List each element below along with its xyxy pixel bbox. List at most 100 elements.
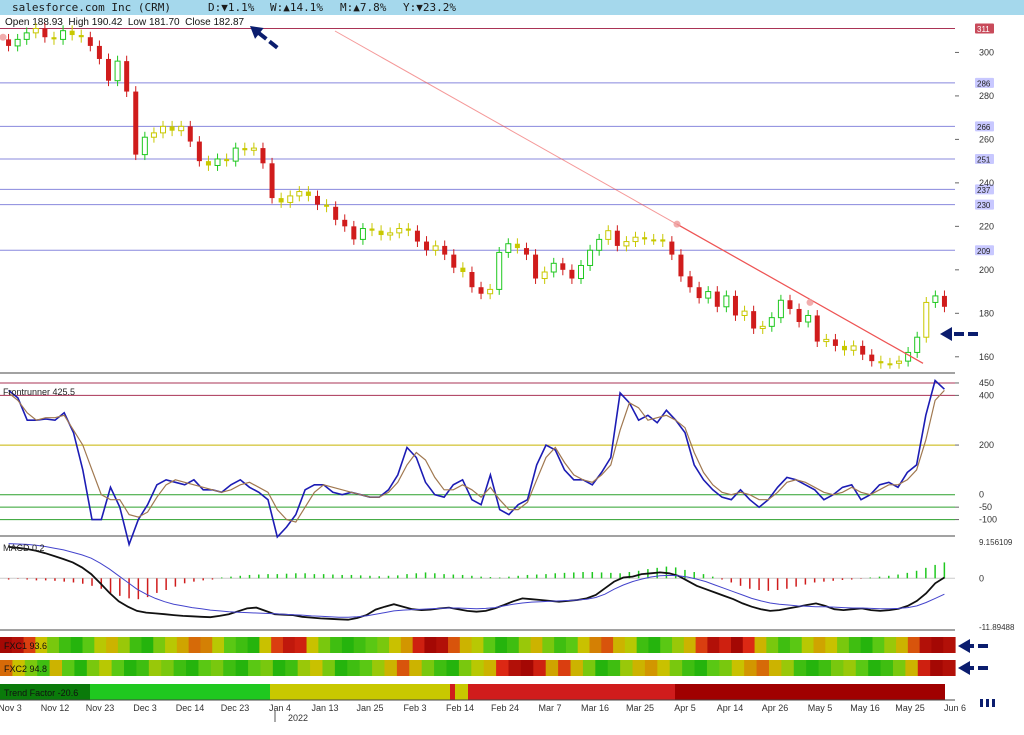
x-tick-label: Apr 14 [717,703,744,713]
heatmap-cell [260,660,274,676]
pivot-marker [0,33,7,41]
heatmap-cell [200,637,213,653]
heatmap-cell [459,637,473,653]
heatmap-cell [730,637,744,653]
candle [614,230,620,246]
heatmap-cell [801,637,815,653]
level-label: 230 [977,201,991,210]
candle [605,230,612,240]
year-label: 2022 [288,713,308,723]
x-tick-label: Feb 3 [403,703,426,713]
candle [787,300,793,309]
candle [369,228,375,231]
heatmap-cell [188,637,202,653]
x-tick-label: Dec 3 [133,703,157,713]
heatmap-cell [872,637,885,653]
heatmap-cell [896,637,909,653]
candle [642,237,648,240]
candle [514,243,520,249]
heatmap-cell [644,660,658,676]
heatmap-cell [813,637,826,653]
panel-title: Frontrunner 425.5 [3,387,75,397]
x-tick-label: May 16 [850,703,880,713]
candle [878,361,884,364]
heatmap-cell [595,660,609,676]
candle [169,126,175,131]
heatmap-cell [620,660,634,676]
heatmap-cell [446,660,460,676]
x-tick-label: Feb 24 [491,703,519,713]
trend-factor-segment [455,684,468,700]
x-tick-label: Nov 3 [0,703,22,713]
candle [387,232,394,236]
y-tick-label: 400 [979,390,994,400]
heatmap-cell [99,660,113,676]
candle [414,230,420,242]
heatmap-cell [558,660,572,676]
candle [6,39,12,46]
candle [305,191,311,196]
heatmap-cell [860,637,874,653]
heatmap-cell [153,637,166,653]
candle [932,295,939,303]
candle [923,301,930,338]
heatmap-cell [818,660,832,676]
heatmap-cell [458,660,472,676]
candle [469,272,475,288]
candle [623,241,630,247]
y-tick-label: 220 [979,221,994,231]
y-tick-label: 200 [979,265,994,275]
heatmap-cell [272,660,286,676]
heatmap-cell [731,660,745,676]
x-tick-label: Nov 23 [86,703,115,713]
candle [914,336,921,353]
y-tick-label: 280 [979,91,994,101]
heatmap-cell [173,660,187,676]
candle [850,345,857,351]
candle [232,147,239,162]
heatmap-cell [412,637,426,653]
heatmap-cell [448,637,461,653]
heatmap-cell [198,660,212,676]
y-tick-label: 300 [979,47,994,57]
heatmap-cell [892,660,906,676]
heatmap-cell [106,637,119,653]
heatmap-cell [141,637,154,653]
heatmap-cell [49,660,63,676]
heatmap-cell [210,660,224,676]
heatmap-cell [742,637,756,653]
heatmap-cell [648,637,661,653]
chart-canvas: 3112862662512372302091601802002202402602… [0,23,1015,723]
heatmap-cell [161,660,175,676]
candle [687,276,693,288]
trend-factor-segment [90,684,270,700]
heatmap-cell [271,637,284,653]
heatmap-cell [334,660,348,676]
trend-factor-segment [468,684,675,700]
level-label: 209 [977,247,991,256]
heatmap-cell [706,660,720,676]
candle [60,30,67,40]
heatmap-cell [322,660,336,676]
heatmap-cell [907,637,921,653]
candle [187,126,193,142]
heatmap-cell [545,660,559,676]
candle [741,310,748,316]
candle [278,198,284,203]
heatmap-cell [768,660,782,676]
heatmap-cell [310,660,324,676]
heatmap-cell [483,637,496,653]
candle [768,317,775,327]
heatmap-cell [754,637,767,653]
heatmap-cell [62,660,76,676]
candle [796,308,802,322]
candle [260,148,266,164]
annotation-mark [980,699,983,707]
x-tick-label: Nov 12 [41,703,70,713]
heatmap-cell [830,660,844,676]
candle [541,271,548,280]
candle [723,295,730,308]
heatmap-cell [868,660,882,676]
candle [596,238,603,251]
candle [777,299,784,319]
